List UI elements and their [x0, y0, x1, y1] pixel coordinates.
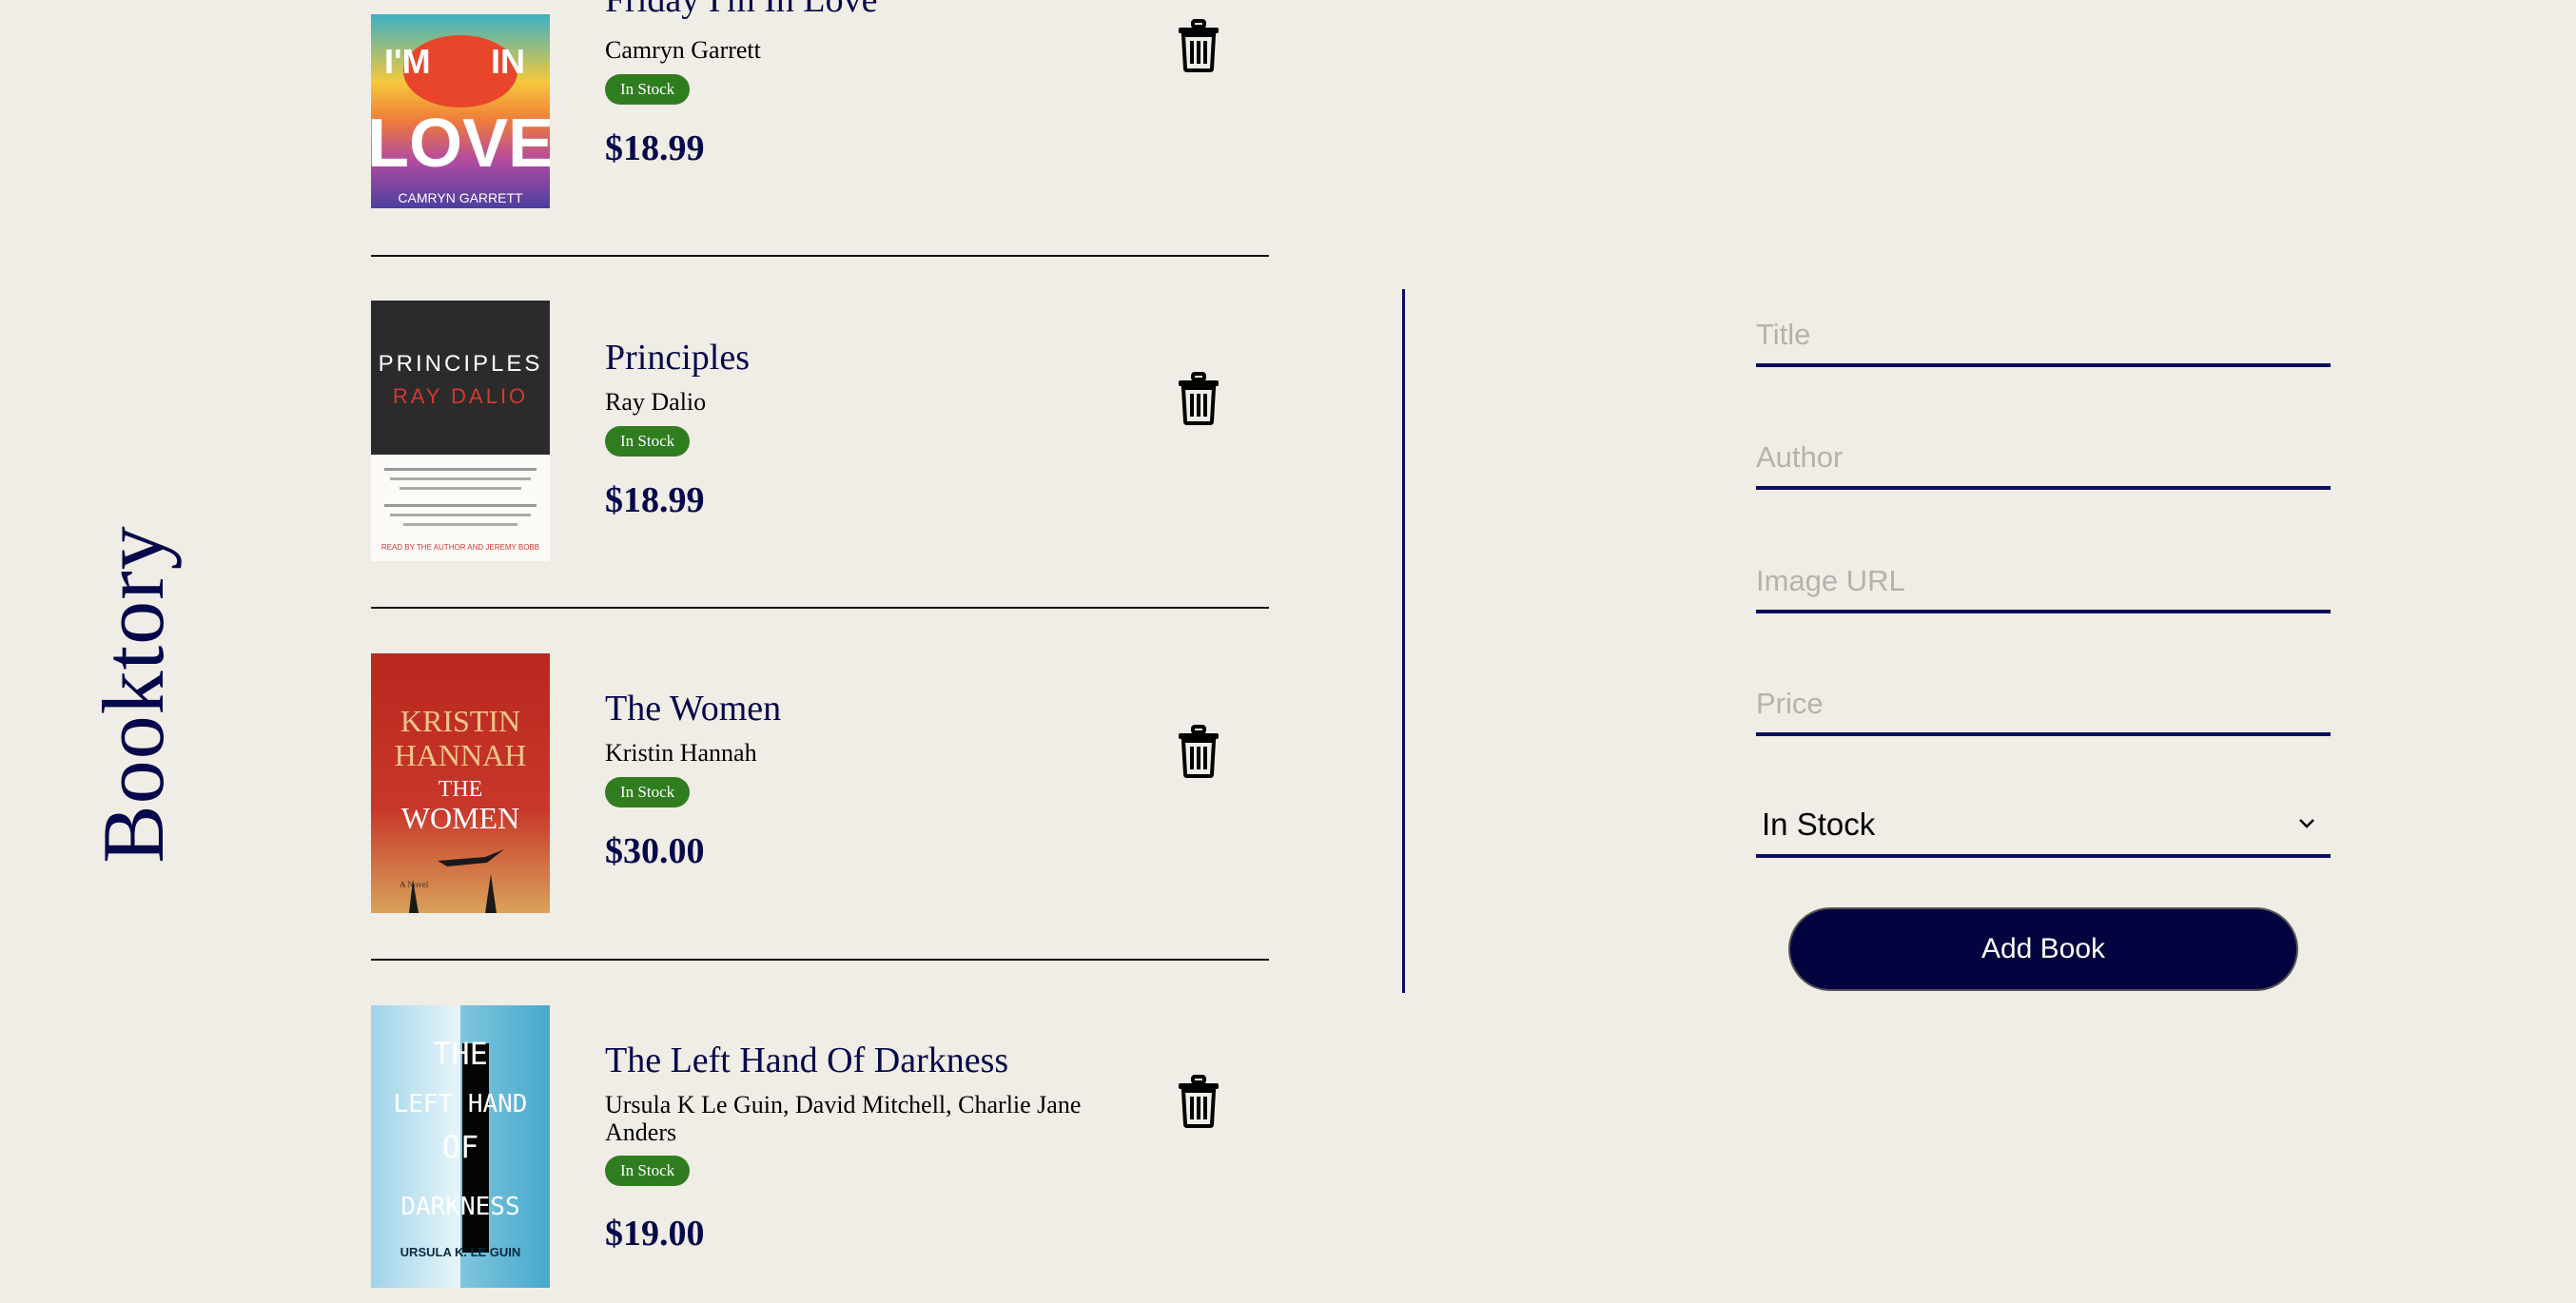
book-price: $18.99: [605, 128, 705, 168]
divider: [371, 607, 1269, 609]
svg-text:THE: THE: [439, 777, 483, 802]
svg-text:OF: OF: [442, 1129, 479, 1165]
stock-status-select[interactable]: In Stock: [1756, 789, 2331, 858]
chevron-down-icon: [2299, 819, 2314, 828]
book-author: Kristin Hannah: [605, 739, 757, 767]
stock-status-value: In Stock: [1762, 807, 1876, 842]
book-price: $19.00: [605, 1214, 705, 1254]
book-title: The Left Hand Of Darkness: [605, 1040, 1009, 1080]
svg-text:HANNAH: HANNAH: [395, 738, 527, 772]
brand-logo: Booktory: [57, 514, 209, 875]
author-input[interactable]: [1756, 429, 2331, 490]
svg-text:LOVE: LOVE: [371, 106, 550, 182]
book-cover-image: THE LEFT HAND OF DARKNESS URSULA K. LE G…: [371, 1005, 550, 1288]
svg-text:PRINCIPLES: PRINCIPLES: [379, 351, 543, 377]
book-author: Ray Dalio: [605, 388, 707, 416]
divider: [371, 255, 1269, 257]
book-cover-image: PRINCIPLES RAY DALIO READ BY THE AUTHOR …: [371, 301, 550, 561]
svg-text:IN: IN: [491, 42, 525, 81]
add-book-button[interactable]: Add Book: [1788, 907, 2298, 991]
brand-name: Booktory: [85, 525, 182, 864]
status-badge: In Stock: [605, 74, 691, 105]
section-divider: [1402, 289, 1405, 993]
divider: [371, 959, 1269, 961]
delete-button[interactable]: [1176, 1075, 1221, 1128]
book-author: Camryn Garrett: [605, 36, 761, 64]
status-badge: In Stock: [605, 1156, 691, 1186]
delete-button[interactable]: [1176, 372, 1221, 425]
svg-text:WOMEN: WOMEN: [401, 801, 519, 835]
svg-text:CAMRYN GARRETT: CAMRYN GARRETT: [398, 190, 523, 205]
trash-icon: [1179, 372, 1219, 425]
image-url-input[interactable]: [1756, 553, 2331, 613]
trash-icon: [1179, 1075, 1219, 1128]
book-cover-image: I'M IN LOVE CAMRYN GARRETT: [371, 14, 550, 208]
svg-text:LEFT HAND: LEFT HAND: [394, 1090, 528, 1118]
price-input[interactable]: [1756, 675, 2331, 736]
title-input[interactable]: [1756, 306, 2331, 367]
book-title: Friday I'm In Love: [605, 0, 878, 20]
svg-text:URSULA K. LE GUIN: URSULA K. LE GUIN: [400, 1245, 521, 1259]
status-badge: In Stock: [605, 426, 691, 457]
svg-text:I'M: I'M: [384, 42, 431, 81]
book-price: $30.00: [605, 831, 705, 871]
book-item: PRINCIPLES RAY DALIO READ BY THE AUTHOR …: [371, 301, 1269, 609]
svg-text:READ BY THE AUTHOR AND JEREMY: READ BY THE AUTHOR AND JEREMY BOBB: [381, 543, 539, 552]
svg-text:KRISTIN: KRISTIN: [400, 704, 520, 738]
trash-icon: [1179, 725, 1219, 778]
delete-button[interactable]: [1176, 725, 1221, 778]
book-title: Principles: [605, 338, 750, 378]
svg-text:RAY DALIO: RAY DALIO: [393, 384, 528, 408]
delete-button[interactable]: [1176, 19, 1221, 72]
book-author: Ursula K Le Guin, David Mitchell, Charli…: [605, 1091, 1082, 1146]
book-title: The Women: [605, 689, 782, 729]
trash-icon: [1179, 19, 1219, 72]
status-badge: In Stock: [605, 777, 691, 807]
svg-text:DARKNESS: DARKNESS: [400, 1193, 519, 1221]
svg-text:THE: THE: [433, 1036, 488, 1072]
svg-text:A Novel: A Novel: [400, 880, 429, 889]
book-price: $18.99: [605, 480, 705, 520]
book-cover-image: KRISTIN HANNAH THE WOMEN A Novel: [371, 653, 550, 913]
book-item: KRISTIN HANNAH THE WOMEN A Novel The Wom…: [371, 653, 1269, 962]
book-item: THE LEFT HAND OF DARKNESS URSULA K. LE G…: [371, 1005, 1269, 1291]
book-item: I'M IN LOVE CAMRYN GARRETT Friday I'm In…: [371, 0, 1269, 257]
